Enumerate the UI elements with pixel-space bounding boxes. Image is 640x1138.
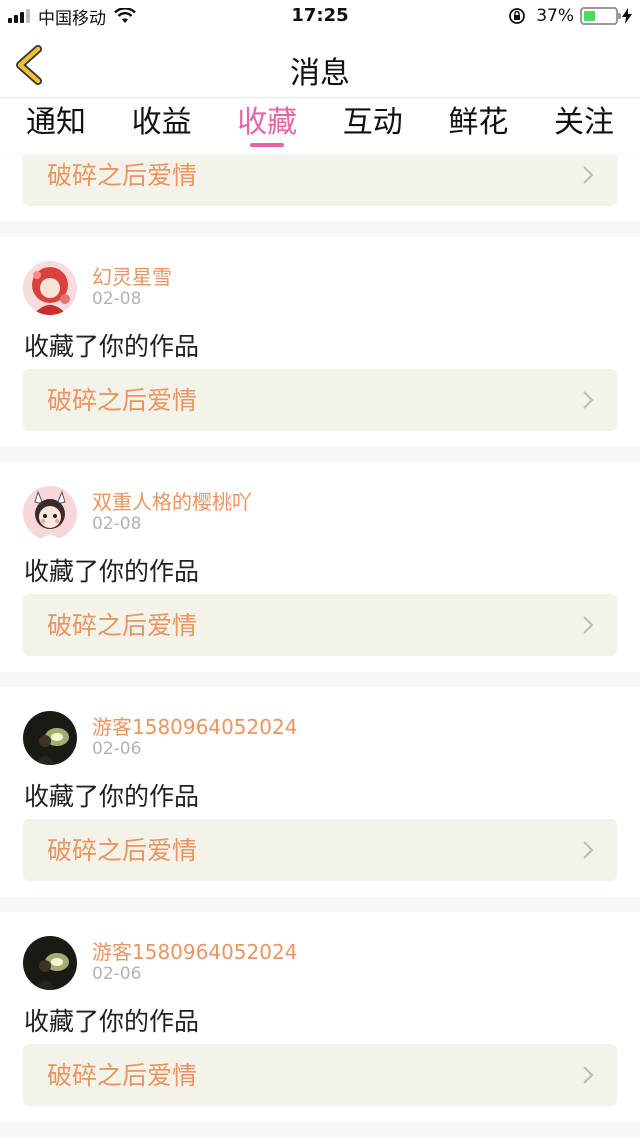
action-text: 收藏了你的作品: [24, 1007, 200, 1036]
item-date: 02-08: [92, 514, 142, 534]
tab-interactions[interactable]: 互动: [343, 98, 403, 154]
avatar[interactable]: [23, 261, 77, 315]
status-bar: 中国移动 17:25 37%: [0, 0, 640, 32]
favorites-list[interactable]: 破碎之后爱情 幻灵星雪 02-08 收藏了你的作品 破碎之后爱情 双重人格的樱桃…: [0, 155, 640, 1138]
chevron-right-icon: [583, 1066, 594, 1084]
dark-guest-avatar-icon: [23, 936, 77, 990]
work-link[interactable]: 破碎之后爱情: [23, 1044, 617, 1106]
active-tab-indicator: [250, 143, 285, 147]
list-item: 游客1580964052024 02-06 收藏了你的作品 破碎之后爱情: [0, 912, 640, 1122]
tab-bar: 通知 收益 收藏 互动 鲜花 关注: [0, 98, 640, 154]
item-date: 02-08: [92, 289, 142, 309]
chevron-right-icon: [583, 166, 594, 184]
avatar[interactable]: [23, 486, 77, 540]
tab-flowers[interactable]: 鲜花: [448, 98, 508, 154]
work-title: 破碎之后爱情: [47, 161, 198, 190]
work-title: 破碎之后爱情: [47, 1061, 198, 1090]
work-title: 破碎之后爱情: [47, 611, 198, 640]
work-title: 破碎之后爱情: [47, 836, 198, 865]
work-title: 破碎之后爱情: [47, 386, 198, 415]
tab-follows[interactable]: 关注: [554, 98, 614, 154]
list-item: 游客1580964052024 02-06 收藏了你的作品 破碎之后爱情: [0, 687, 640, 897]
username-link[interactable]: 游客1580964052024: [92, 936, 297, 965]
tab-favorites[interactable]: 收藏: [237, 98, 297, 154]
list-item: 双重人格的樱桃吖 02-08 收藏了你的作品 破碎之后爱情: [0, 462, 640, 672]
rotation-lock-icon: [509, 8, 526, 24]
red-anime-avatar-icon: [23, 261, 77, 315]
chevron-right-icon: [583, 616, 594, 634]
list-item: 幻灵星雪 02-08 收藏了你的作品 破碎之后爱情: [0, 237, 640, 447]
list-item: 破碎之后爱情: [0, 155, 640, 221]
username-link[interactable]: 幻灵星雪: [92, 261, 172, 290]
tab-earnings[interactable]: 收益: [132, 98, 192, 154]
action-text: 收藏了你的作品: [24, 332, 200, 361]
dark-guest-avatar-icon: [23, 711, 77, 765]
work-link[interactable]: 破碎之后爱情: [23, 369, 617, 431]
chevron-right-icon: [583, 391, 594, 409]
chevron-right-icon: [583, 841, 594, 859]
work-link[interactable]: 破碎之后爱情: [23, 594, 617, 656]
action-text: 收藏了你的作品: [24, 557, 200, 586]
work-link[interactable]: 破碎之后爱情: [23, 819, 617, 881]
avatar[interactable]: [23, 711, 77, 765]
nav-bar: 消息: [0, 32, 640, 98]
username-link[interactable]: 双重人格的樱桃吖: [92, 486, 252, 515]
charging-icon: [622, 8, 632, 24]
avatar[interactable]: [23, 936, 77, 990]
battery-percent: 37%: [536, 6, 574, 26]
tab-notifications[interactable]: 通知: [26, 98, 86, 154]
username-link[interactable]: 游客1580964052024: [92, 711, 297, 740]
item-date: 02-06: [92, 739, 142, 759]
page-title: 消息: [290, 56, 350, 91]
action-text: 收藏了你的作品: [24, 782, 200, 811]
battery-icon: [580, 7, 621, 25]
cartoon-girl-avatar-icon: [23, 486, 77, 540]
item-date: 02-06: [92, 964, 142, 984]
work-link[interactable]: 破碎之后爱情: [23, 155, 617, 206]
